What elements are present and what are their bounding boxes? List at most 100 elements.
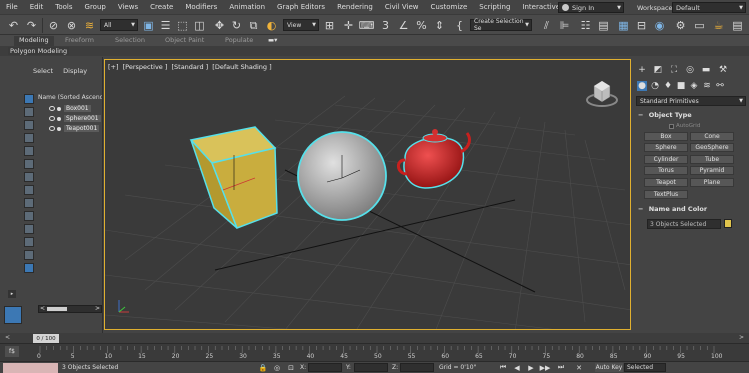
lock-selection-icon[interactable]: 🔒 (258, 363, 268, 372)
rendered-frame-window-icon[interactable]: ▭ (692, 18, 707, 33)
menu-customize[interactable]: Customize (425, 3, 474, 11)
expand-icon[interactable]: ▸ (8, 290, 16, 298)
viewport-standard-menu[interactable]: [Standard ] (171, 63, 208, 71)
redo-icon[interactable]: ↷ (24, 18, 39, 33)
time-slider[interactable]: < 0 / 100 > (0, 333, 749, 343)
sphere001[interactable] (297, 131, 387, 221)
select-move-icon[interactable]: ✥ (212, 18, 227, 33)
select-manipulate-icon[interactable]: ✛ (341, 18, 356, 33)
go-to-end-icon[interactable]: ⏭ (556, 363, 566, 372)
link-icon[interactable]: ⊘ (46, 18, 61, 33)
tube-button[interactable]: Tube (690, 155, 734, 164)
lights-icon[interactable]: ♦ (663, 81, 673, 91)
auto-key-button[interactable]: Auto Key (595, 363, 623, 372)
window-crossing-icon[interactable]: ◫ (192, 18, 207, 33)
xrefs-filter-icon[interactable] (24, 198, 34, 208)
viewport-pov-menu[interactable]: [Perspective ] (123, 63, 168, 71)
render-setup-icon[interactable]: ⚙ (673, 18, 688, 33)
object-color-swatch[interactable] (724, 219, 732, 228)
list-item[interactable]: Box001 (38, 104, 102, 113)
viewcube[interactable] (584, 78, 620, 110)
display-all-icon[interactable] (24, 263, 34, 273)
object-name-field[interactable]: 3 Objects Selected (647, 219, 721, 229)
display-tab-icon[interactable]: ▬ (701, 65, 711, 75)
perspective-viewport[interactable]: [+] [Perspective ] [Standard ] [Default … (104, 59, 631, 330)
cameras-filter-icon[interactable] (24, 146, 34, 156)
isolate-icon[interactable]: ◎ (272, 363, 282, 372)
object-category-select[interactable]: Standard Primitives ▼ (636, 96, 746, 106)
spinner-snap-icon[interactable]: ⇕ (432, 18, 447, 33)
containers-filter-icon[interactable] (24, 224, 34, 234)
tab-modeling[interactable]: Modeling (14, 36, 54, 46)
trackbar[interactable]: f$ 0 5 10 15 20 25 30 35 40 45 50 55 60 65 70 75 80 85 90 9… (0, 343, 749, 361)
hierarchy-tab-icon[interactable]: ⛶ (669, 65, 679, 75)
cylinder-button[interactable]: Cylinder (644, 155, 688, 164)
torus-button[interactable]: Torus (644, 166, 688, 175)
bind-space-warp-icon[interactable]: ≋ (82, 18, 97, 33)
align-icon[interactable]: ⊫ (557, 18, 572, 33)
key-mode-icon[interactable]: ✕ (574, 363, 584, 372)
tab-freeform[interactable]: Freeform (65, 36, 94, 46)
groups-filter-icon[interactable] (24, 185, 34, 195)
menu-graph-editors[interactable]: Graph Editors (271, 3, 331, 11)
menu-edit[interactable]: Edit (24, 3, 50, 11)
list-item[interactable]: Sphere001 (38, 114, 102, 123)
teapot001[interactable] (397, 129, 471, 189)
select-rotate-icon[interactable]: ↻ (229, 18, 244, 33)
hidden-filter-icon[interactable] (24, 250, 34, 260)
space-warps-filter-icon[interactable] (24, 172, 34, 182)
motion-tab-icon[interactable]: ◎ (685, 65, 695, 75)
unlink-icon[interactable]: ⊗ (64, 18, 79, 33)
polygon-modeling-label[interactable]: Polygon Modeling (8, 47, 70, 55)
utilities-tab-icon[interactable]: ⚒ (718, 65, 728, 75)
pivot-center-icon[interactable]: ⊞ (322, 18, 337, 33)
angle-snap-icon[interactable]: ∠ (396, 18, 411, 33)
y-coordinate-field[interactable] (354, 363, 388, 372)
play-icon[interactable]: ▶ (526, 363, 536, 372)
maxscript-listener[interactable] (3, 363, 58, 373)
schematic-view-icon[interactable]: ⊟ (634, 18, 649, 33)
sign-in-dropdown[interactable]: Sign In ▼ (558, 2, 624, 13)
box001[interactable] (189, 126, 278, 229)
name-and-color-rollout-title[interactable]: − Name and Color (638, 205, 707, 213)
selection-filter-select[interactable]: All ▼ (100, 19, 138, 31)
undo-icon[interactable]: ↶ (6, 18, 21, 33)
key-filter-select[interactable]: Selected (624, 363, 666, 372)
tab-display[interactable]: Display (63, 67, 87, 75)
viewport-shading-menu[interactable]: [Default Shading ] (212, 63, 271, 71)
render-in-cloud-icon[interactable]: ▤ (730, 18, 745, 33)
render-production-icon[interactable]: ☕ (711, 18, 726, 33)
edit-named-selection-icon[interactable]: { (452, 18, 467, 33)
time-slider-prev-icon[interactable]: < (5, 334, 10, 341)
select-object-icon[interactable]: ▣ (141, 18, 156, 33)
menu-scripting[interactable]: Scripting (473, 3, 516, 11)
menu-create[interactable]: Create (144, 3, 179, 11)
display-none-icon[interactable] (24, 94, 34, 104)
cameras-icon[interactable]: ■ (676, 81, 686, 91)
sphere-button[interactable]: Sphere (644, 143, 688, 152)
cone-button[interactable]: Cone (690, 132, 734, 141)
mirror-icon[interactable]: ⫽ (539, 18, 554, 33)
eye-icon[interactable] (49, 106, 55, 111)
viewport-general-menu[interactable]: [+] (108, 63, 119, 71)
geometry-icon[interactable]: ● (637, 81, 647, 91)
geometry-filter-icon[interactable] (24, 107, 34, 117)
toggle-ribbon-icon[interactable]: ▤ (596, 18, 611, 33)
tab-object-paint[interactable]: Object Paint (165, 36, 204, 46)
teapot-button[interactable]: Teapot (644, 178, 688, 187)
bones-filter-icon[interactable] (24, 211, 34, 221)
select-scale-icon[interactable]: ⧉ (246, 18, 261, 33)
tab-selection[interactable]: Selection (115, 36, 145, 46)
shapes-filter-icon[interactable] (24, 120, 34, 130)
geosphere-button[interactable]: GeoSphere (690, 143, 734, 152)
toggle-layer-explorer-icon[interactable]: ☷ (578, 18, 593, 33)
scene-explorer-scrollbar[interactable]: < > (38, 305, 102, 313)
time-slider-next-icon[interactable]: > (739, 334, 744, 341)
named-selection-set-select[interactable]: Create Selection Se ▼ (470, 18, 532, 32)
modify-tab-icon[interactable]: ◩ (653, 65, 663, 75)
tab-populate[interactable]: Populate (225, 36, 253, 46)
eye-icon[interactable] (49, 126, 55, 131)
box-button[interactable]: Box (644, 132, 688, 141)
menu-civil-view[interactable]: Civil View (379, 3, 425, 11)
name-column-header[interactable]: Name (Sorted Ascending) (38, 94, 102, 103)
